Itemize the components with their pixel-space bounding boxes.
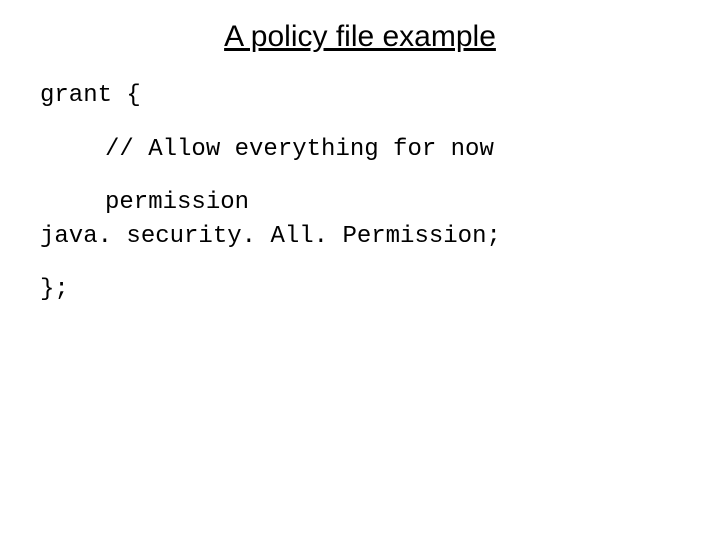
slide-title: A policy file example: [0, 20, 720, 54]
code-line-close: };: [40, 273, 720, 307]
code-line-permission: permission: [40, 186, 720, 220]
code-line-comment: // Allow everything for now: [40, 133, 720, 167]
code-line-class: java. security. All. Permission;: [40, 220, 720, 254]
code-line-grant: grant {: [40, 79, 720, 113]
code-block: grant { // Allow everything for now perm…: [0, 79, 720, 307]
